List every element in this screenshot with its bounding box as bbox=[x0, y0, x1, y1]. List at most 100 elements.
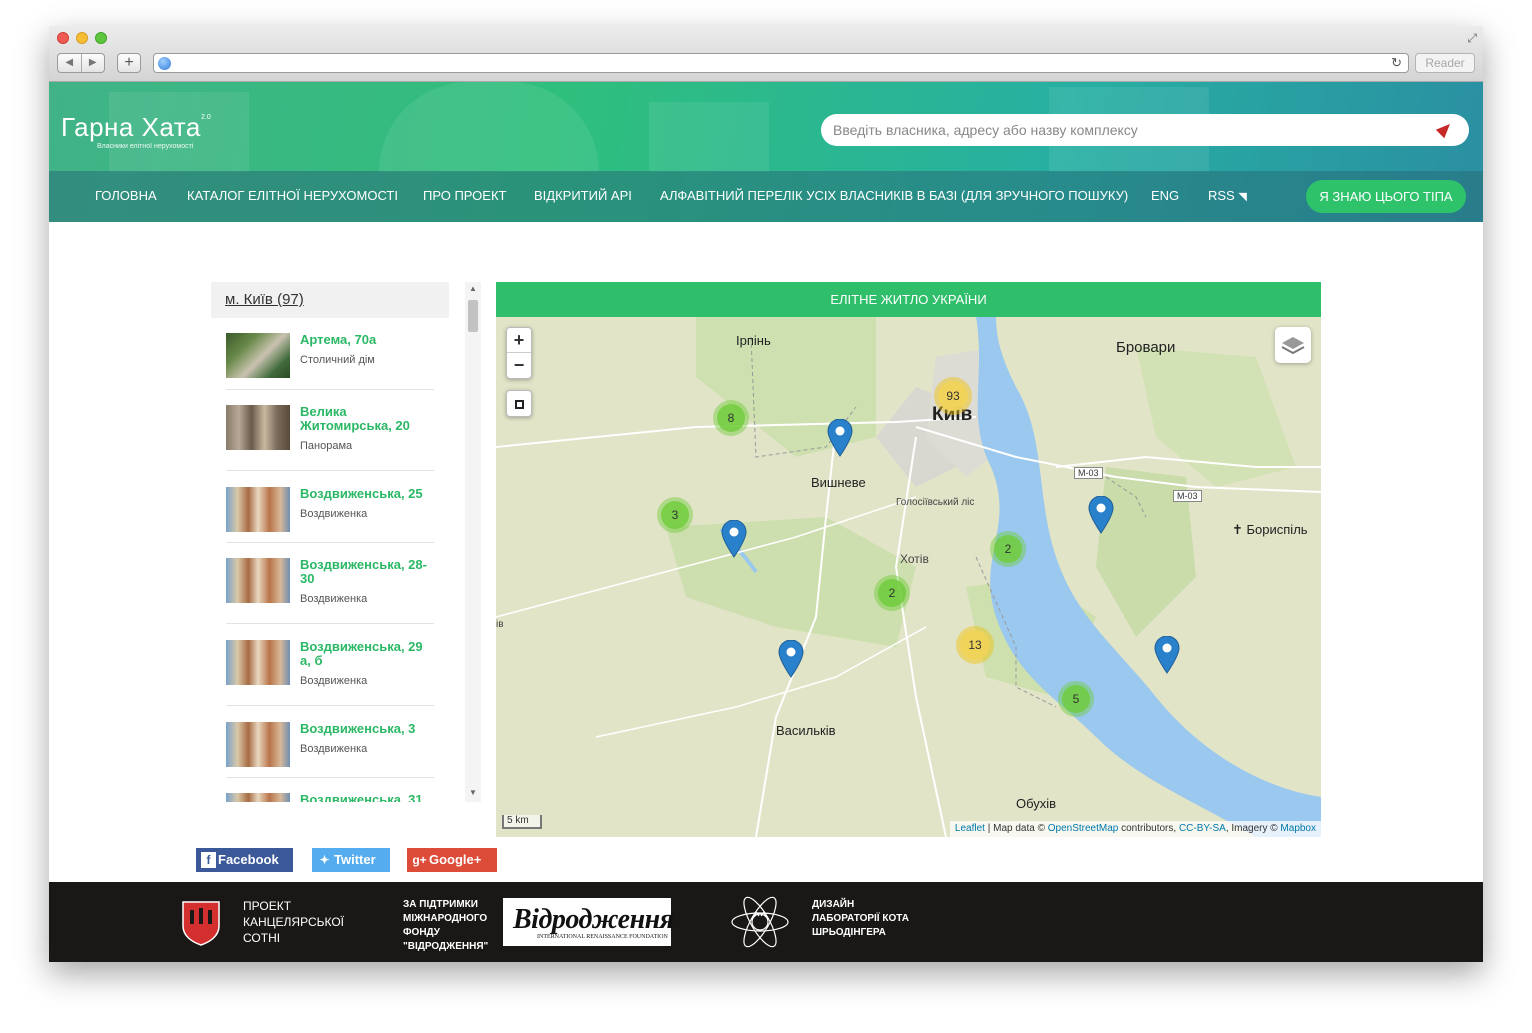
browser-toolbar: ⤢ ◀ ▶ + ↻ Reader bbox=[49, 26, 1483, 82]
marker-cluster[interactable]: 2 bbox=[874, 575, 910, 611]
property-list: м. Київ (97) Артема, 70а Столичний дім В… bbox=[211, 282, 481, 802]
map-label-obukhiv: Обухів bbox=[1016, 796, 1057, 811]
map-scale: 5 km bbox=[502, 815, 542, 829]
property-thumbnail[interactable] bbox=[226, 405, 290, 450]
site-logo[interactable]: Гарна Хата 2.0 Власники елітної нерухомо… bbox=[61, 112, 211, 150]
marker-cluster[interactable]: 5 bbox=[1058, 681, 1094, 717]
facebook-share-button[interactable]: f Facebook bbox=[196, 848, 293, 872]
map-marker-pin-icon[interactable] bbox=[1154, 636, 1180, 674]
site-header: Гарна Хата 2.0 Власники елітної нерухомо… bbox=[49, 82, 1483, 222]
property-title[interactable]: Артема, 70а bbox=[300, 333, 434, 347]
list-item[interactable]: Воздвиженська, 31 bbox=[226, 793, 434, 802]
browser-window: ⤢ ◀ ▶ + ↻ Reader Гарна Хата 2.0 Власники… bbox=[49, 26, 1483, 962]
osm-link[interactable]: OpenStreetMap bbox=[1048, 823, 1119, 834]
map-marker-pin-icon[interactable] bbox=[827, 419, 853, 457]
leaflet-link[interactable]: Leaflet bbox=[955, 823, 985, 834]
google-plus-icon: g+ bbox=[412, 853, 427, 867]
zoom-in-button[interactable]: + bbox=[507, 328, 531, 353]
property-thumbnail[interactable] bbox=[226, 558, 290, 603]
marker-cluster[interactable]: 2 bbox=[990, 531, 1026, 567]
marker-cluster[interactable]: 93 bbox=[934, 377, 972, 415]
property-title[interactable]: Воздвиженська, 3 bbox=[300, 722, 434, 736]
schrodinger-cat-atom-icon[interactable] bbox=[730, 896, 790, 948]
map-title: ЕЛІТНЕ ЖИТЛО УКРАЇНИ bbox=[496, 282, 1321, 317]
locate-arrow-icon[interactable] bbox=[1435, 119, 1455, 139]
chancellery-shield-icon[interactable] bbox=[180, 898, 222, 946]
nav-owners-list[interactable]: АЛФАВІТНИЙ ПЕРЕЛІК УСІХ ВЛАСНИКІВ В БАЗІ… bbox=[660, 188, 1128, 203]
map-marker-pin-icon[interactable] bbox=[778, 640, 804, 678]
marker-cluster[interactable]: 13 bbox=[956, 626, 994, 664]
forward-button[interactable]: ▶ bbox=[82, 54, 105, 72]
property-complex: Воздвиженка bbox=[300, 743, 368, 755]
list-item[interactable]: Артема, 70а Столичний дім bbox=[226, 333, 434, 390]
footer-project-text: ПРОЕКТ КАНЦЕЛЯРСЬКОЇ СОТНІ bbox=[243, 899, 345, 945]
search-input[interactable] bbox=[833, 114, 1423, 146]
property-thumbnail[interactable] bbox=[226, 487, 290, 532]
reload-icon[interactable]: ↻ bbox=[1391, 55, 1402, 71]
road-label-m03: М-03 bbox=[1074, 467, 1103, 479]
fullscreen-control bbox=[506, 390, 532, 417]
cluster-count: 5 bbox=[1062, 685, 1090, 713]
close-window-button[interactable] bbox=[57, 32, 69, 44]
search-box bbox=[821, 114, 1469, 146]
renaissance-foundation-logo[interactable]: Відродження INTERNATIONAL RENAISSANCE FO… bbox=[503, 898, 674, 946]
scroll-down-arrow-icon[interactable]: ▼ bbox=[469, 788, 477, 797]
logo-tagline: Власники елітної нерухомості bbox=[97, 143, 194, 150]
zoom-out-button[interactable]: − bbox=[507, 353, 531, 378]
list-item[interactable]: Воздвиженська, 3 Воздвиженка bbox=[226, 722, 434, 778]
property-thumbnail[interactable] bbox=[226, 722, 290, 767]
google-plus-label: Google+ bbox=[429, 852, 482, 867]
zoom-control: + − bbox=[506, 327, 532, 379]
nav-rss-label: RSS bbox=[1208, 188, 1235, 203]
list-item[interactable]: Воздвиженська, 25 Воздвиженка bbox=[226, 487, 434, 543]
logo-version: 2.0 bbox=[201, 114, 211, 121]
nav-open-api[interactable]: ВІДКРИТИЙ API bbox=[534, 188, 632, 203]
reader-button[interactable]: Reader bbox=[1415, 53, 1475, 73]
marker-cluster[interactable]: 8 bbox=[713, 400, 749, 436]
nav-rss[interactable]: RSS ◥ bbox=[1208, 188, 1247, 203]
map-canvas[interactable]: + − Ірпінь Бровари Київ Вишневе Голосіїв… bbox=[496, 317, 1321, 837]
list-scrollbar[interactable]: ▲ ▼ bbox=[465, 282, 481, 802]
i-know-him-button[interactable]: Я ЗНАЮ ЦЬОГО ТІПА bbox=[1306, 180, 1466, 213]
fullscreen-icon[interactable]: ⤢ bbox=[1467, 31, 1477, 46]
property-complex: Панорама bbox=[300, 440, 353, 452]
google-plus-share-button[interactable]: g+ Google+ bbox=[407, 848, 497, 872]
license-link[interactable]: CC-BY-SA bbox=[1179, 823, 1226, 834]
property-thumbnail[interactable] bbox=[226, 793, 290, 802]
map-marker-pin-icon[interactable] bbox=[1088, 496, 1114, 534]
list-item[interactable]: Воздвиженська, 29 а, б Воздвиженка bbox=[226, 640, 434, 706]
property-title[interactable]: Воздвиженська, 28-30 bbox=[300, 558, 434, 586]
nav-catalog[interactable]: КАТАЛОГ ЕЛІТНОЇ НЕРУХОМОСТІ bbox=[187, 188, 398, 203]
property-title[interactable]: Воздвиженська, 25 bbox=[300, 487, 434, 501]
attribution-text: contributors, bbox=[1118, 823, 1179, 834]
property-thumbnail[interactable] bbox=[226, 640, 290, 685]
list-item[interactable]: Велика Житомирська, 20 Панорама bbox=[226, 405, 434, 471]
property-title[interactable]: Воздвиженська, 31 bbox=[300, 793, 434, 803]
twitter-share-button[interactable]: ✦ Twitter bbox=[312, 848, 390, 872]
fullscreen-map-button[interactable] bbox=[507, 391, 531, 416]
nav-about[interactable]: ПРО ПРОЕКТ bbox=[423, 188, 506, 203]
zoom-window-button[interactable] bbox=[95, 32, 107, 44]
scroll-up-arrow-icon[interactable]: ▲ bbox=[469, 284, 477, 293]
layers-button[interactable] bbox=[1275, 327, 1311, 363]
nav-home[interactable]: ГОЛОВНА bbox=[95, 188, 157, 203]
new-tab-button[interactable]: + bbox=[117, 53, 141, 73]
city-filter-link[interactable]: м. Київ (97) bbox=[211, 282, 449, 318]
property-title[interactable]: Велика Житомирська, 20 bbox=[300, 405, 434, 433]
road-label-m03: М-03 bbox=[1173, 490, 1202, 502]
map-label-vasylkiv: Васильків bbox=[776, 723, 836, 738]
property-title[interactable]: Воздвиженська, 29 а, б bbox=[300, 640, 434, 668]
map-label-edge: ів bbox=[496, 619, 504, 630]
list-item[interactable]: Воздвиженська, 28-30 Воздвиженка bbox=[226, 558, 434, 624]
map-label-brovary: Бровари bbox=[1116, 339, 1176, 356]
map-marker-pin-icon[interactable] bbox=[721, 520, 747, 558]
back-button[interactable]: ◀ bbox=[58, 54, 82, 72]
property-thumbnail[interactable] bbox=[226, 333, 290, 378]
marker-cluster[interactable]: 3 bbox=[657, 497, 693, 533]
mapbox-link[interactable]: Mapbox bbox=[1280, 823, 1316, 834]
minimize-window-button[interactable] bbox=[76, 32, 88, 44]
address-bar[interactable]: ↻ bbox=[153, 53, 1409, 73]
nav-eng[interactable]: ENG bbox=[1151, 188, 1179, 203]
property-complex: Воздвиженка bbox=[300, 593, 368, 605]
scrollbar-thumb[interactable] bbox=[468, 300, 478, 332]
